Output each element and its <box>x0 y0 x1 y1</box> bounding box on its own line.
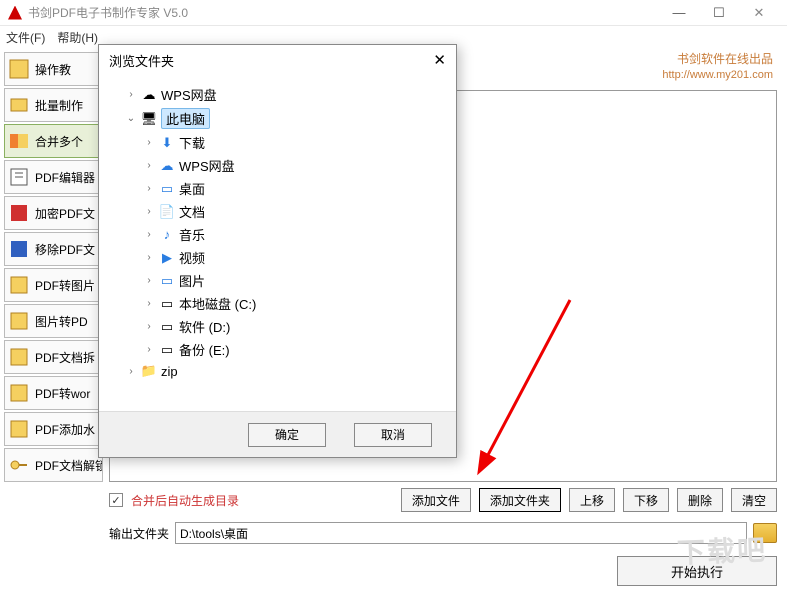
image-icon <box>7 273 31 297</box>
move-up-button[interactable]: 上移 <box>569 488 615 512</box>
tree-node-ddrive[interactable]: ›▭软件 (D:) <box>143 315 448 338</box>
merge-icon <box>7 129 31 153</box>
browse-output-button[interactable] <box>753 523 777 543</box>
tree-node-edrive[interactable]: ›▭备份 (E:) <box>143 338 448 361</box>
sidebar-item-label: 移除PDF文 <box>35 241 95 258</box>
clear-button[interactable]: 清空 <box>731 488 777 512</box>
sidebar-item-label: PDF文档拆 <box>35 349 95 366</box>
drive-icon: ▭ <box>159 342 175 358</box>
video-icon: ▶ <box>159 250 175 266</box>
app-logo-icon <box>8 6 22 20</box>
picture-icon: ▭ <box>159 273 175 289</box>
sidebar-item-label: PDF转wor <box>35 385 90 402</box>
sidebar: 操作教 批量制作 合并多个 PDF编辑器 加密PDF文 移除PDF文 PDF转图… <box>0 48 103 592</box>
dialog-close-icon[interactable]: ✕ <box>433 51 446 69</box>
menu-help[interactable]: 帮助(H) <box>57 29 98 46</box>
dialog-cancel-button[interactable]: 取消 <box>354 423 432 447</box>
tree-node-pictures[interactable]: ›▭图片 <box>143 269 448 292</box>
brand-text: 书剑软件在线出品 <box>662 50 773 67</box>
key-icon <box>7 453 31 477</box>
brand-link[interactable]: http://www.my201.com <box>662 69 773 81</box>
tree-node-cdrive[interactable]: ›▭本地磁盘 (C:) <box>143 292 448 315</box>
menu-file[interactable]: 文件(F) <box>6 29 45 46</box>
delete-button[interactable]: 删除 <box>677 488 723 512</box>
close-button[interactable]: ✕ <box>739 0 779 26</box>
sidebar-item-label: PDF添加水 <box>35 421 95 438</box>
pc-icon: 🖥 <box>141 111 157 127</box>
sidebar-item-encrypt[interactable]: 加密PDF文 <box>4 196 103 230</box>
watermark-icon <box>7 417 31 441</box>
sidebar-item-merge[interactable]: 合并多个 <box>4 124 103 158</box>
add-file-button[interactable]: 添加文件 <box>401 488 471 512</box>
sidebar-item-watermark[interactable]: PDF添加水 <box>4 412 103 446</box>
tree-node-downloads[interactable]: ›⬇下载 <box>143 131 448 154</box>
sidebar-item-editor[interactable]: PDF编辑器 <box>4 160 103 194</box>
maximize-button[interactable]: ☐ <box>699 0 739 26</box>
sidebar-item-label: PDF文档解锁 <box>35 457 103 474</box>
image2-icon <box>7 309 31 333</box>
tree-node-wps2[interactable]: ›☁WPS网盘 <box>143 154 448 177</box>
tree-node-zip[interactable]: ›📁zip <box>125 361 448 381</box>
batch-icon <box>7 93 31 117</box>
tree-node-videos[interactable]: ›▶视频 <box>143 246 448 269</box>
drive-icon: ▭ <box>159 319 175 335</box>
cloud-icon: ☁ <box>159 158 175 174</box>
download-icon: ⬇ <box>159 135 175 151</box>
dialog-ok-button[interactable]: 确定 <box>248 423 326 447</box>
tree-node-pc[interactable]: ⌄🖥此电脑 <box>125 106 448 131</box>
output-label: 输出文件夹 <box>109 525 169 542</box>
remove-icon <box>7 237 31 261</box>
editor-icon <box>7 165 31 189</box>
sidebar-item-label: 操作教 <box>35 61 71 78</box>
split-icon <box>7 345 31 369</box>
folder-tree[interactable]: ›☁WPS网盘 ⌄🖥此电脑 ›⬇下载 ›☁WPS网盘 ›▭桌面 ›📄文档 ›♪音… <box>99 75 456 411</box>
minimize-button[interactable]: — <box>659 0 699 26</box>
music-icon: ♪ <box>159 227 175 243</box>
sidebar-item-tutorial[interactable]: 操作教 <box>4 52 103 86</box>
move-down-button[interactable]: 下移 <box>623 488 669 512</box>
desktop-icon: ▭ <box>159 181 175 197</box>
sidebar-item-remove[interactable]: 移除PDF文 <box>4 232 103 266</box>
tree-node-desktop[interactable]: ›▭桌面 <box>143 177 448 200</box>
output-path-input[interactable] <box>175 522 747 544</box>
sidebar-item-split[interactable]: PDF文档拆 <box>4 340 103 374</box>
sidebar-item-batch[interactable]: 批量制作 <box>4 88 103 122</box>
sidebar-item-img2pdf[interactable]: 图片转PD <box>4 304 103 338</box>
sidebar-item-unlock[interactable]: PDF文档解锁 <box>4 448 103 482</box>
brand-block: 书剑软件在线出品 http://www.my201.com <box>662 50 773 81</box>
start-button[interactable]: 开始执行 <box>617 556 777 586</box>
auto-toc-checkbox[interactable] <box>109 493 123 507</box>
sidebar-item-label: 合并多个 <box>35 133 83 150</box>
tree-node-wps[interactable]: ›☁WPS网盘 <box>125 83 448 106</box>
document-icon: 📄 <box>159 204 175 220</box>
lock-icon <box>7 201 31 225</box>
sidebar-item-label: PDF编辑器 <box>35 169 95 186</box>
folder-icon: 📁 <box>141 363 157 379</box>
word-icon <box>7 381 31 405</box>
dialog-title: 浏览文件夹 <box>109 51 174 70</box>
sidebar-item-label: PDF转图片 <box>35 277 95 294</box>
drive-icon: ▭ <box>159 296 175 312</box>
titlebar: 书剑PDF电子书制作专家 V5.0 — ☐ ✕ <box>0 0 787 26</box>
add-folder-button[interactable]: 添加文件夹 <box>479 488 561 512</box>
tree-node-music[interactable]: ›♪音乐 <box>143 223 448 246</box>
tree-node-documents[interactable]: ›📄文档 <box>143 200 448 223</box>
window-title: 书剑PDF电子书制作专家 V5.0 <box>28 4 659 21</box>
sidebar-item-pdf2word[interactable]: PDF转wor <box>4 376 103 410</box>
sidebar-item-label: 加密PDF文 <box>35 205 95 222</box>
auto-toc-label: 合并后自动生成目录 <box>131 492 239 509</box>
browse-folder-dialog: 浏览文件夹 ✕ ›☁WPS网盘 ⌄🖥此电脑 ›⬇下载 ›☁WPS网盘 ›▭桌面 … <box>98 44 457 458</box>
cloud-icon: ☁ <box>141 87 157 103</box>
sidebar-item-label: 批量制作 <box>35 97 83 114</box>
sidebar-item-pdf2img[interactable]: PDF转图片 <box>4 268 103 302</box>
sidebar-item-label: 图片转PD <box>35 313 88 330</box>
book-icon <box>7 57 31 81</box>
